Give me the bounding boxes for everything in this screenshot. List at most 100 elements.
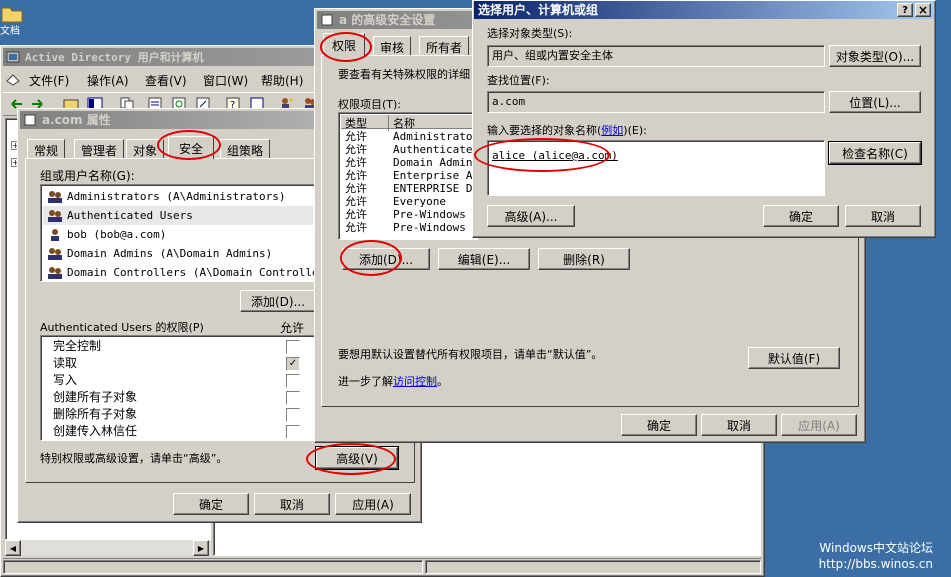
adv-remove-label: 删除(R): [563, 252, 605, 267]
props-apply-button[interactable]: 应用(A): [335, 493, 411, 515]
table-row[interactable]: 允许 Domain Admins: [341, 156, 477, 169]
scroll-left-button[interactable]: ◀: [5, 540, 21, 556]
tab-auditing-label: 审核: [380, 41, 405, 55]
group-icon: [48, 191, 62, 203]
adv-cancel-button[interactable]: 取消: [701, 414, 777, 436]
list-item[interactable]: Domain Admins (A\Domain Admins): [43, 244, 313, 263]
access-control-link[interactable]: 访问控制: [393, 375, 437, 388]
allow-checkbox-read[interactable]: ✓: [286, 357, 300, 371]
entry-type: 允许: [345, 195, 367, 208]
tab-managed-by-label: 管理者: [81, 144, 118, 158]
permission-name: 完全控制: [53, 339, 102, 353]
menu-action[interactable]: 操作(A): [87, 72, 129, 89]
props-advanced-label: 高级(V): [336, 451, 378, 466]
table-row[interactable]: 允许 Pre-Windows 2: [341, 221, 477, 234]
menu-file[interactable]: 文件(F): [29, 72, 69, 89]
props-cancel-label: 取消: [279, 497, 304, 512]
select-ok-button[interactable]: 确定: [763, 205, 839, 227]
list-item[interactable]: Domain Controllers (A\Domain Controllers…: [43, 263, 315, 281]
table-row[interactable]: 允许 ENTERPRISE DO: [341, 182, 477, 195]
tab-managed-by[interactable]: 管理者: [74, 139, 125, 159]
ad-window-title: Active Directory 用户和计算机: [25, 51, 204, 64]
permission-name: 删除所有子对象: [53, 407, 138, 421]
permissions-list: 完全控制 读取 写入 创建所有子对象 删除所有子对象 创建传入林信任 ✓: [40, 335, 316, 441]
props-ok-button[interactable]: 确定: [173, 493, 249, 515]
list-item[interactable]: bob (bob@a.com): [43, 225, 313, 244]
user-name: bob (bob@a.com): [67, 228, 167, 241]
table-row[interactable]: 允许 Everyone: [341, 195, 477, 208]
object-types-button[interactable]: 对象类型(O)...: [829, 45, 921, 67]
menu-view[interactable]: 查看(V): [145, 72, 187, 89]
advanced-description: 要查看有关特殊权限的详细: [338, 68, 470, 81]
select-titlebar[interactable]: 选择用户、计算机或组: [474, 1, 934, 19]
advanced-title: a 的高级安全设置: [339, 13, 436, 27]
permission-entries-list[interactable]: 类型 名称 允许 Administrators 允许 Authenticated 允…: [338, 112, 478, 240]
check-names-button[interactable]: 检查名称(C): [829, 142, 921, 164]
group-icon: [48, 248, 62, 260]
props-cancel-button[interactable]: 取消: [254, 493, 330, 515]
tab-permissions[interactable]: 权限: [323, 33, 366, 56]
scroll-right-button[interactable]: ▶: [193, 540, 209, 556]
users-list[interactable]: Administrators (A\Administrators) Authen…: [40, 184, 316, 282]
adv-apply-button[interactable]: 应用(A): [781, 414, 857, 436]
object-types-label: 对象类型(O)...: [835, 49, 915, 64]
allow-checkbox-create-inbound-trust[interactable]: [286, 425, 300, 439]
status-bar: [3, 558, 761, 574]
props-add-button[interactable]: 添加(D)...: [240, 290, 316, 312]
permission-row: 读取: [43, 355, 313, 372]
entry-name: Pre-Windows 2: [393, 221, 478, 234]
allow-checkbox-write[interactable]: [286, 374, 300, 388]
default-button-label: 默认值(F): [767, 351, 821, 366]
names-label-prefix: 输入要选择的对象名称(: [487, 124, 602, 137]
tab-object[interactable]: 对象: [126, 139, 165, 159]
adv-remove-button[interactable]: 删除(R): [538, 248, 630, 270]
column-name[interactable]: 名称: [393, 115, 415, 131]
table-row[interactable]: 允许 Administrators: [341, 130, 477, 143]
help-glyph: ?: [902, 4, 908, 16]
default-button[interactable]: 默认值(F): [748, 347, 840, 369]
props-advanced-button[interactable]: 高级(V): [316, 447, 398, 469]
adv-ok-button[interactable]: 确定: [621, 414, 697, 436]
tab-auditing[interactable]: 审核: [373, 36, 412, 56]
tab-owner[interactable]: 所有者: [419, 36, 470, 56]
list-item[interactable]: Authenticated Users: [43, 206, 313, 225]
table-row[interactable]: 允许 Pre-Windows 2: [341, 208, 477, 221]
watermark: Windows中文站论坛 http://bbs.winos.cn: [819, 540, 933, 572]
select-cancel-button[interactable]: 取消: [845, 205, 921, 227]
adv-add-label: 添加(D)...: [358, 252, 414, 267]
learn-suffix: 。: [437, 375, 448, 388]
menu-help[interactable]: 帮助(H): [261, 72, 303, 89]
tab-group-policy[interactable]: 组策略: [220, 139, 271, 159]
props-ok-label: 确定: [198, 497, 223, 512]
menu-window[interactable]: 窗口(W): [203, 72, 248, 89]
object-type-label: 选择对象类型(S):: [487, 27, 573, 40]
permission-name: 写入: [53, 373, 78, 387]
locations-button[interactable]: 位置(L)...: [829, 91, 921, 113]
select-advanced-button[interactable]: 高级(A)...: [487, 205, 575, 227]
allow-checkbox-full-control[interactable]: [286, 340, 300, 354]
close-button[interactable]: ×: [915, 3, 931, 17]
tab-general[interactable]: 常规: [27, 139, 66, 159]
locations-label: 位置(L)...: [849, 95, 901, 110]
help-title-button[interactable]: ?: [897, 3, 913, 17]
allow-checkbox-delete-children[interactable]: [286, 408, 300, 422]
entry-type: 允许: [345, 143, 367, 156]
object-names-input[interactable]: alice (alice@a.com): [487, 140, 825, 196]
list-item[interactable]: Administrators (A\Administrators): [43, 187, 313, 206]
adv-edit-label: 编辑(E)...: [457, 252, 511, 267]
column-type[interactable]: 类型: [345, 115, 389, 131]
adv-add-button[interactable]: 添加(D)...: [342, 248, 430, 270]
adv-edit-button[interactable]: 编辑(E)...: [438, 248, 530, 270]
default-hint-text: 要想用默认设置替代所有权限项目，请单击“默认值”。: [338, 348, 603, 361]
allow-checkbox-create-children[interactable]: [286, 391, 300, 405]
examples-link[interactable]: 例如: [601, 124, 623, 137]
table-row[interactable]: 允许 Authenticated: [341, 143, 477, 156]
desktop-icon[interactable]: 文档: [0, 2, 26, 37]
tab-security[interactable]: 安全: [168, 136, 215, 159]
table-row[interactable]: 允许 Enterprise Ad: [341, 169, 477, 182]
horizontal-scrollbar[interactable]: ◀ ▶: [5, 539, 211, 556]
entry-type: 允许: [345, 130, 367, 143]
entry-type: 允许: [345, 169, 367, 182]
app-menu-icon[interactable]: [5, 71, 21, 87]
permission-name: 创建所有子对象: [53, 390, 138, 404]
